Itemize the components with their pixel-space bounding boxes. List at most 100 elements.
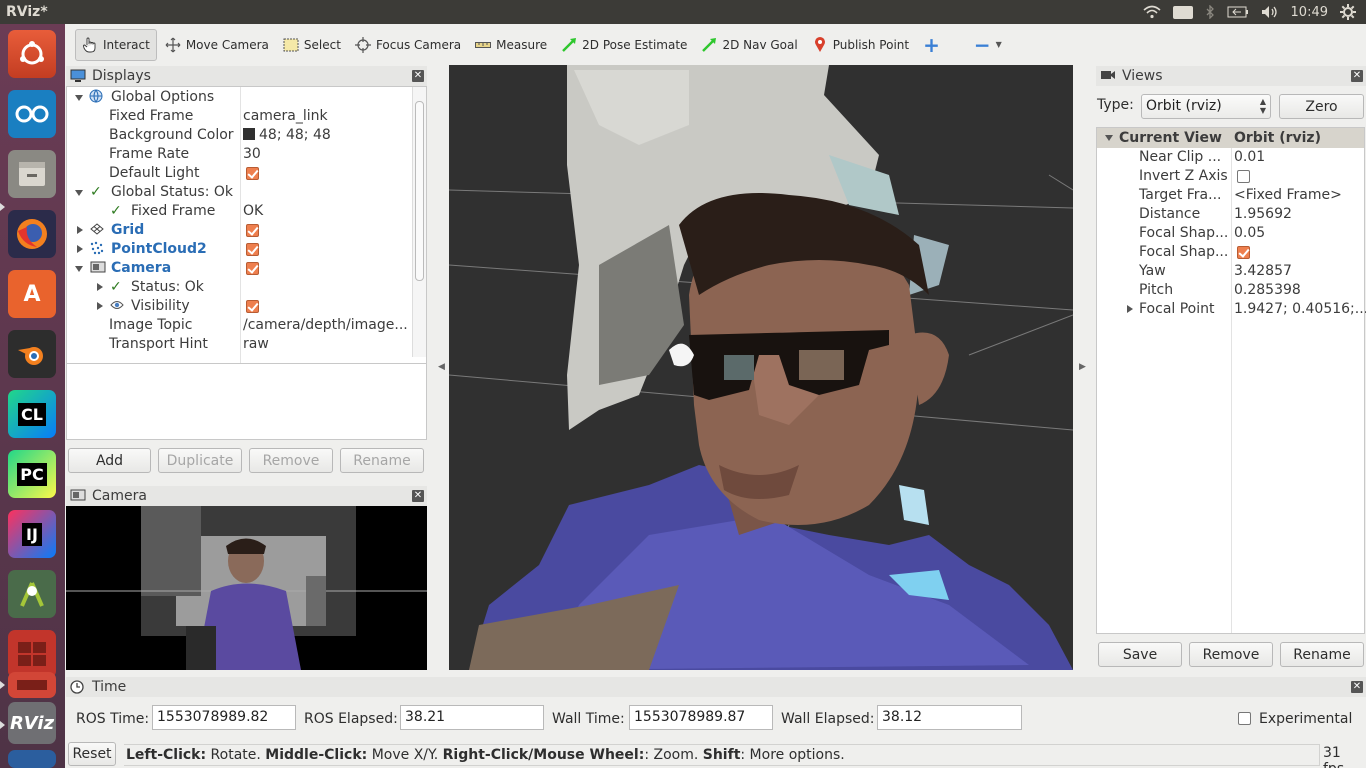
expand-arrow-icon[interactable] xyxy=(75,190,83,196)
view-row-focal-point[interactable]: Focal Point 1.9427; 0.40516;... xyxy=(1097,300,1366,319)
visibility-checkbox[interactable] xyxy=(246,300,259,313)
remove-tool-button[interactable]: − ▼ xyxy=(968,29,1008,61)
expand-arrow-icon[interactable] xyxy=(75,266,83,272)
views-tree[interactable]: Current View Orbit (rviz) Near Clip ... … xyxy=(1096,127,1366,634)
firefox-icon[interactable] xyxy=(8,210,56,258)
intellij-icon[interactable]: IJ xyxy=(8,510,56,558)
remove-display-button[interactable]: Remove xyxy=(249,448,333,473)
move-camera-tool[interactable]: Move Camera xyxy=(159,29,275,61)
view-row-pitch[interactable]: Pitch 0.285398 xyxy=(1097,281,1364,300)
view-row-focal-shape-fixed[interactable]: Focal Shap... xyxy=(1097,243,1364,262)
add-display-button[interactable]: Add xyxy=(68,448,151,473)
pycharm-icon[interactable]: PC xyxy=(8,450,56,498)
tree-row-grid[interactable]: Grid xyxy=(67,221,413,240)
remove-view-button[interactable]: Remove xyxy=(1189,642,1273,667)
render-3d-view[interactable] xyxy=(449,65,1073,670)
ubuntu-dash-icon[interactable] xyxy=(8,30,56,78)
tree-row-default-light[interactable]: Default Light xyxy=(67,164,413,183)
tree-row-global-status[interactable]: ✓ Global Status: Ok xyxy=(67,183,413,202)
grid-enabled-checkbox[interactable] xyxy=(246,224,259,237)
current-view-header-row[interactable]: Current View Orbit (rviz) xyxy=(1097,128,1364,148)
fixed-frame-value[interactable]: camera_link xyxy=(243,107,328,126)
expand-arrow-icon[interactable] xyxy=(75,95,83,101)
tree-row-pointcloud2[interactable]: PointCloud2 xyxy=(67,240,413,259)
tree-row-image-topic[interactable]: Image Topic /camera/depth/image... xyxy=(67,316,413,335)
tree-row-fixed-frame[interactable]: Fixed Frame camera_link xyxy=(67,107,413,126)
near-clip-value[interactable]: 0.01 xyxy=(1234,148,1265,167)
invert-z-axis-checkbox[interactable] xyxy=(1237,170,1250,183)
rename-view-button[interactable]: Rename xyxy=(1280,642,1364,667)
ros-time-field[interactable]: 1553078989.82 xyxy=(152,705,296,730)
tree-row-frame-rate[interactable]: Frame Rate 30 xyxy=(67,145,413,164)
transport-hint-value[interactable]: raw xyxy=(243,335,269,354)
expand-arrow-icon[interactable] xyxy=(1127,305,1133,313)
keyboard-layout-indicator[interactable]: Pt xyxy=(1173,5,1193,19)
duplicate-display-button[interactable]: Duplicate xyxy=(158,448,242,473)
default-light-checkbox[interactable] xyxy=(246,167,259,180)
gear-icon[interactable] xyxy=(1340,4,1356,20)
select-tool[interactable]: Select xyxy=(277,29,347,61)
bluetooth-icon[interactable] xyxy=(1205,5,1215,19)
ros-elapsed-field[interactable]: 38.21 xyxy=(400,705,544,730)
volume-icon[interactable] xyxy=(1261,5,1279,19)
tree-row-transport-hint[interactable]: Transport Hint raw xyxy=(67,335,413,354)
focal-shape-size-value[interactable]: 0.05 xyxy=(1234,224,1265,243)
camera-enabled-checkbox[interactable] xyxy=(246,262,259,275)
nav-goal-tool[interactable]: 2D Nav Goal xyxy=(695,29,803,61)
focal-point-value[interactable]: 1.9427; 0.40516;... xyxy=(1234,300,1366,319)
view-row-target-frame[interactable]: Target Fra... <Fixed Frame> xyxy=(1097,186,1364,205)
focus-camera-tool[interactable]: Focus Camera xyxy=(349,29,467,61)
add-tool-button[interactable]: + xyxy=(917,29,946,61)
left-splitter-arrow-icon[interactable]: ◀ xyxy=(438,362,445,372)
view-type-select[interactable]: Orbit (rviz) ▲ ▼ xyxy=(1141,94,1271,119)
arduino-icon[interactable] xyxy=(8,90,56,138)
tree-row-background-color[interactable]: Background Color 48; 48; 48 xyxy=(67,126,413,145)
expand-arrow-icon[interactable] xyxy=(97,283,103,291)
expand-arrow-icon[interactable] xyxy=(1105,135,1113,141)
pitch-value[interactable]: 0.285398 xyxy=(1234,281,1301,300)
view-row-distance[interactable]: Distance 1.95692 xyxy=(1097,205,1364,224)
disk-icon[interactable] xyxy=(8,672,56,698)
image-topic-value[interactable]: /camera/depth/image... xyxy=(243,316,408,335)
wall-elapsed-field[interactable]: 38.12 xyxy=(877,705,1022,730)
files-icon[interactable] xyxy=(8,150,56,198)
pose-estimate-tool[interactable]: 2D Pose Estimate xyxy=(555,29,693,61)
zero-view-button[interactable]: Zero xyxy=(1279,94,1364,119)
scrollbar-thumb[interactable] xyxy=(415,101,424,281)
workspace-switcher-icon[interactable] xyxy=(8,630,56,678)
experimental-checkbox[interactable] xyxy=(1238,712,1251,725)
clion-icon[interactable]: CL xyxy=(8,390,56,438)
measure-tool[interactable]: Measure xyxy=(469,29,553,61)
save-view-button[interactable]: Save xyxy=(1098,642,1182,667)
close-icon[interactable]: ✕ xyxy=(412,490,424,502)
frame-rate-value[interactable]: 30 xyxy=(243,145,261,164)
close-icon[interactable]: ✕ xyxy=(1351,70,1363,82)
tree-row-camera[interactable]: Camera xyxy=(67,259,413,278)
view-row-near-clip[interactable]: Near Clip ... 0.01 xyxy=(1097,148,1364,167)
close-icon[interactable]: ✕ xyxy=(1351,681,1363,693)
right-splitter-arrow-icon[interactable]: ▶ xyxy=(1079,362,1086,372)
expand-arrow-icon[interactable] xyxy=(97,302,103,310)
interact-tool[interactable]: Interact xyxy=(75,28,157,61)
rviz-launcher-icon[interactable]: RViz xyxy=(8,702,56,744)
focal-shape-fixed-checkbox[interactable] xyxy=(1237,246,1250,259)
view-row-focal-shape-size[interactable]: Focal Shap... 0.05 xyxy=(1097,224,1364,243)
expand-arrow-icon[interactable] xyxy=(77,245,83,253)
android-studio-icon[interactable] xyxy=(8,570,56,618)
ubuntu-software-icon[interactable]: A xyxy=(8,270,56,318)
blender-icon[interactable] xyxy=(8,330,56,378)
publish-point-tool[interactable]: Publish Point xyxy=(806,29,915,61)
tree-row-visibility[interactable]: Visibility xyxy=(67,297,413,316)
view-row-yaw[interactable]: Yaw 3.42857 xyxy=(1097,262,1364,281)
rename-display-button[interactable]: Rename xyxy=(340,448,424,473)
close-icon[interactable]: ✕ xyxy=(412,70,424,82)
reset-button[interactable]: Reset xyxy=(68,742,116,766)
yaw-value[interactable]: 3.42857 xyxy=(1234,262,1292,281)
clock[interactable]: 10:49 xyxy=(1291,5,1328,20)
expand-arrow-icon[interactable] xyxy=(77,226,83,234)
tree-row-camera-status[interactable]: ✓ Status: Ok xyxy=(67,278,413,297)
launcher-extra-icon[interactable] xyxy=(8,750,56,768)
tree-row-fixed-frame-status[interactable]: ✓ Fixed Frame OK xyxy=(67,202,413,221)
pointcloud2-enabled-checkbox[interactable] xyxy=(246,243,259,256)
displays-scrollbar[interactable] xyxy=(412,87,426,357)
